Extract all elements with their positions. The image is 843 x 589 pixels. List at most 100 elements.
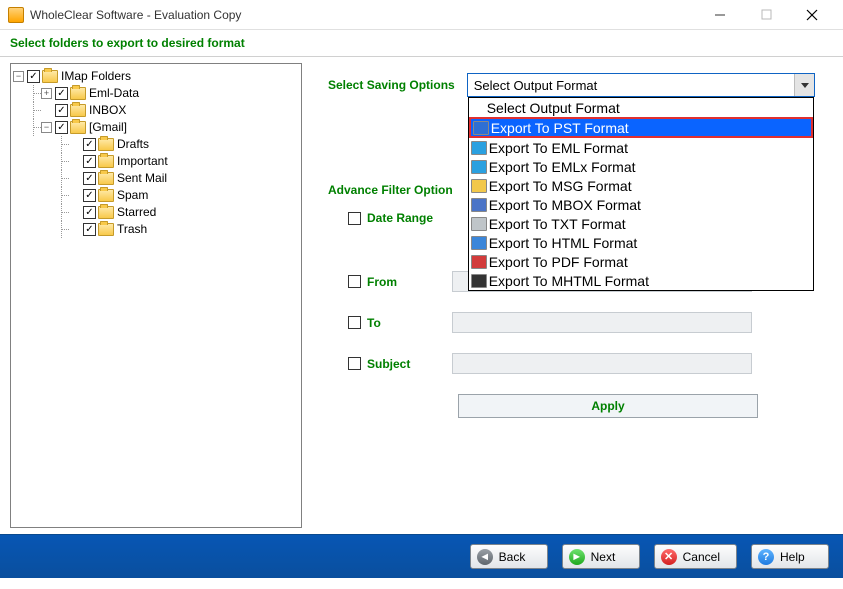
page-subheader: Select folders to export to desired form… (0, 30, 843, 57)
dropdown-item[interactable]: Export To PST Format (469, 117, 813, 138)
output-format-dropdown[interactable]: Select Output Format Export To PST Format… (468, 97, 814, 291)
maximize-button[interactable] (743, 0, 789, 30)
apply-button[interactable]: Apply (458, 394, 758, 418)
checkbox-subject[interactable] (348, 357, 361, 370)
tree-spacer (69, 139, 80, 150)
tree-node-label: Eml-Data (89, 85, 139, 102)
dropdown-item-icon (471, 160, 487, 174)
folder-icon (70, 104, 86, 117)
folder-icon (98, 189, 114, 202)
tree-node[interactable]: ✓Trash (55, 221, 299, 238)
folder-icon (98, 206, 114, 219)
apply-button-label: Apply (591, 399, 624, 413)
dropdown-item[interactable]: Export To MSG Format (469, 176, 813, 195)
tree-spacer (69, 190, 80, 201)
checkbox-icon[interactable]: ✓ (83, 172, 96, 185)
tree-spacer (69, 173, 80, 184)
help-button[interactable]: ? Help (751, 544, 829, 569)
checkbox-icon[interactable]: ✓ (55, 104, 68, 117)
dropdown-item-label: Export To EMLx Format (489, 159, 636, 175)
tree-node-label: Starred (117, 204, 156, 221)
folder-icon (98, 223, 114, 236)
checkbox-icon[interactable]: ✓ (27, 70, 40, 83)
dropdown-item[interactable]: Export To PDF Format (469, 252, 813, 271)
help-icon: ? (758, 549, 774, 565)
checkbox-icon[interactable]: ✓ (83, 206, 96, 219)
back-arrow-icon: ◄ (477, 549, 493, 565)
tree-node-label: [Gmail] (89, 119, 127, 136)
tree-node[interactable]: ✓Important (55, 153, 299, 170)
dropdown-item-label: Export To MHTML Format (489, 273, 649, 289)
tree-branch-icon (27, 119, 41, 136)
tree-spacer (69, 156, 80, 167)
options-panel: Select Saving Options Select Output Form… (308, 57, 843, 534)
dropdown-item[interactable]: Export To EML Format (469, 138, 813, 157)
dropdown-item-label: Export To PST Format (491, 120, 629, 136)
tree-root-node[interactable]: − ✓ IMap Folders (13, 68, 299, 85)
back-button[interactable]: ◄ Back (470, 544, 548, 569)
tree-node-label: IMap Folders (61, 68, 131, 85)
collapse-icon[interactable]: − (13, 71, 24, 82)
tree-spacer (69, 224, 80, 235)
tree-node-label: Sent Mail (117, 170, 167, 187)
tree-node[interactable]: + ✓ Eml-Data (27, 85, 299, 102)
tree-node[interactable]: ✓Spam (55, 187, 299, 204)
folder-icon (98, 172, 114, 185)
tree-node[interactable]: − ✓ [Gmail] (27, 119, 299, 136)
tree-spacer (69, 207, 80, 218)
folder-icon (70, 87, 86, 100)
dropdown-item[interactable]: Export To HTML Format (469, 233, 813, 252)
checkbox-to[interactable] (348, 316, 361, 329)
bottom-nav-bar: ◄ Back ► Next ✕ Cancel ? Help (0, 534, 843, 578)
dropdown-item-icon (473, 121, 489, 135)
folder-icon (98, 155, 114, 168)
checkbox-icon[interactable]: ✓ (55, 87, 68, 100)
subject-input[interactable] (452, 353, 752, 374)
dropdown-item-label: Export To EML Format (489, 140, 628, 156)
tree-node[interactable]: ✓ INBOX (27, 102, 299, 119)
output-format-select[interactable]: Select Output Format Select Output Forma… (467, 73, 815, 97)
expand-icon[interactable]: + (41, 88, 52, 99)
dropdown-item-icon (471, 274, 487, 288)
checkbox-date-range[interactable] (348, 212, 361, 225)
dropdown-item[interactable]: Export To MBOX Format (469, 195, 813, 214)
checkbox-icon[interactable]: ✓ (83, 155, 96, 168)
dropdown-item-icon (471, 179, 487, 193)
tree-branch-icon (27, 102, 41, 119)
next-arrow-icon: ► (569, 549, 585, 565)
dropdown-item-icon (471, 217, 487, 231)
checkbox-icon[interactable]: ✓ (83, 223, 96, 236)
cancel-icon: ✕ (661, 549, 677, 565)
tree-branch-icon (55, 170, 69, 187)
close-button[interactable] (789, 0, 835, 30)
cancel-button[interactable]: ✕ Cancel (654, 544, 737, 569)
chevron-down-icon[interactable] (794, 74, 814, 96)
tree-node[interactable]: ✓Drafts (55, 136, 299, 153)
next-button-label: Next (591, 550, 616, 564)
tree-node[interactable]: ✓ Starred (55, 204, 299, 221)
checkbox-icon[interactable]: ✓ (83, 138, 96, 151)
dropdown-item[interactable]: Select Output Format (469, 98, 813, 117)
tree-node[interactable]: ✓ Sent Mail (55, 170, 299, 187)
dropdown-item[interactable]: Export To EMLx Format (469, 157, 813, 176)
dropdown-item-label: Export To TXT Format (489, 216, 626, 232)
folder-tree-panel[interactable]: − ✓ IMap Folders + ✓ Eml-Data (10, 63, 302, 528)
folder-icon (42, 70, 58, 83)
dropdown-item[interactable]: Export To MHTML Format (469, 271, 813, 290)
checkbox-icon[interactable]: ✓ (55, 121, 68, 134)
next-button[interactable]: ► Next (562, 544, 640, 569)
to-label: To (367, 316, 452, 330)
dropdown-item-icon (471, 255, 487, 269)
from-label: From (367, 275, 452, 289)
dropdown-item[interactable]: Export To TXT Format (469, 214, 813, 233)
checkbox-icon[interactable]: ✓ (83, 189, 96, 202)
tree-branch-icon (55, 136, 69, 153)
dropdown-item-icon (471, 198, 487, 212)
tree-node-label: INBOX (89, 102, 126, 119)
main-area: − ✓ IMap Folders + ✓ Eml-Data (0, 57, 843, 534)
collapse-icon[interactable]: − (41, 122, 52, 133)
to-input[interactable] (452, 312, 752, 333)
minimize-button[interactable] (697, 0, 743, 30)
checkbox-from[interactable] (348, 275, 361, 288)
dropdown-item-label: Export To HTML Format (489, 235, 638, 251)
